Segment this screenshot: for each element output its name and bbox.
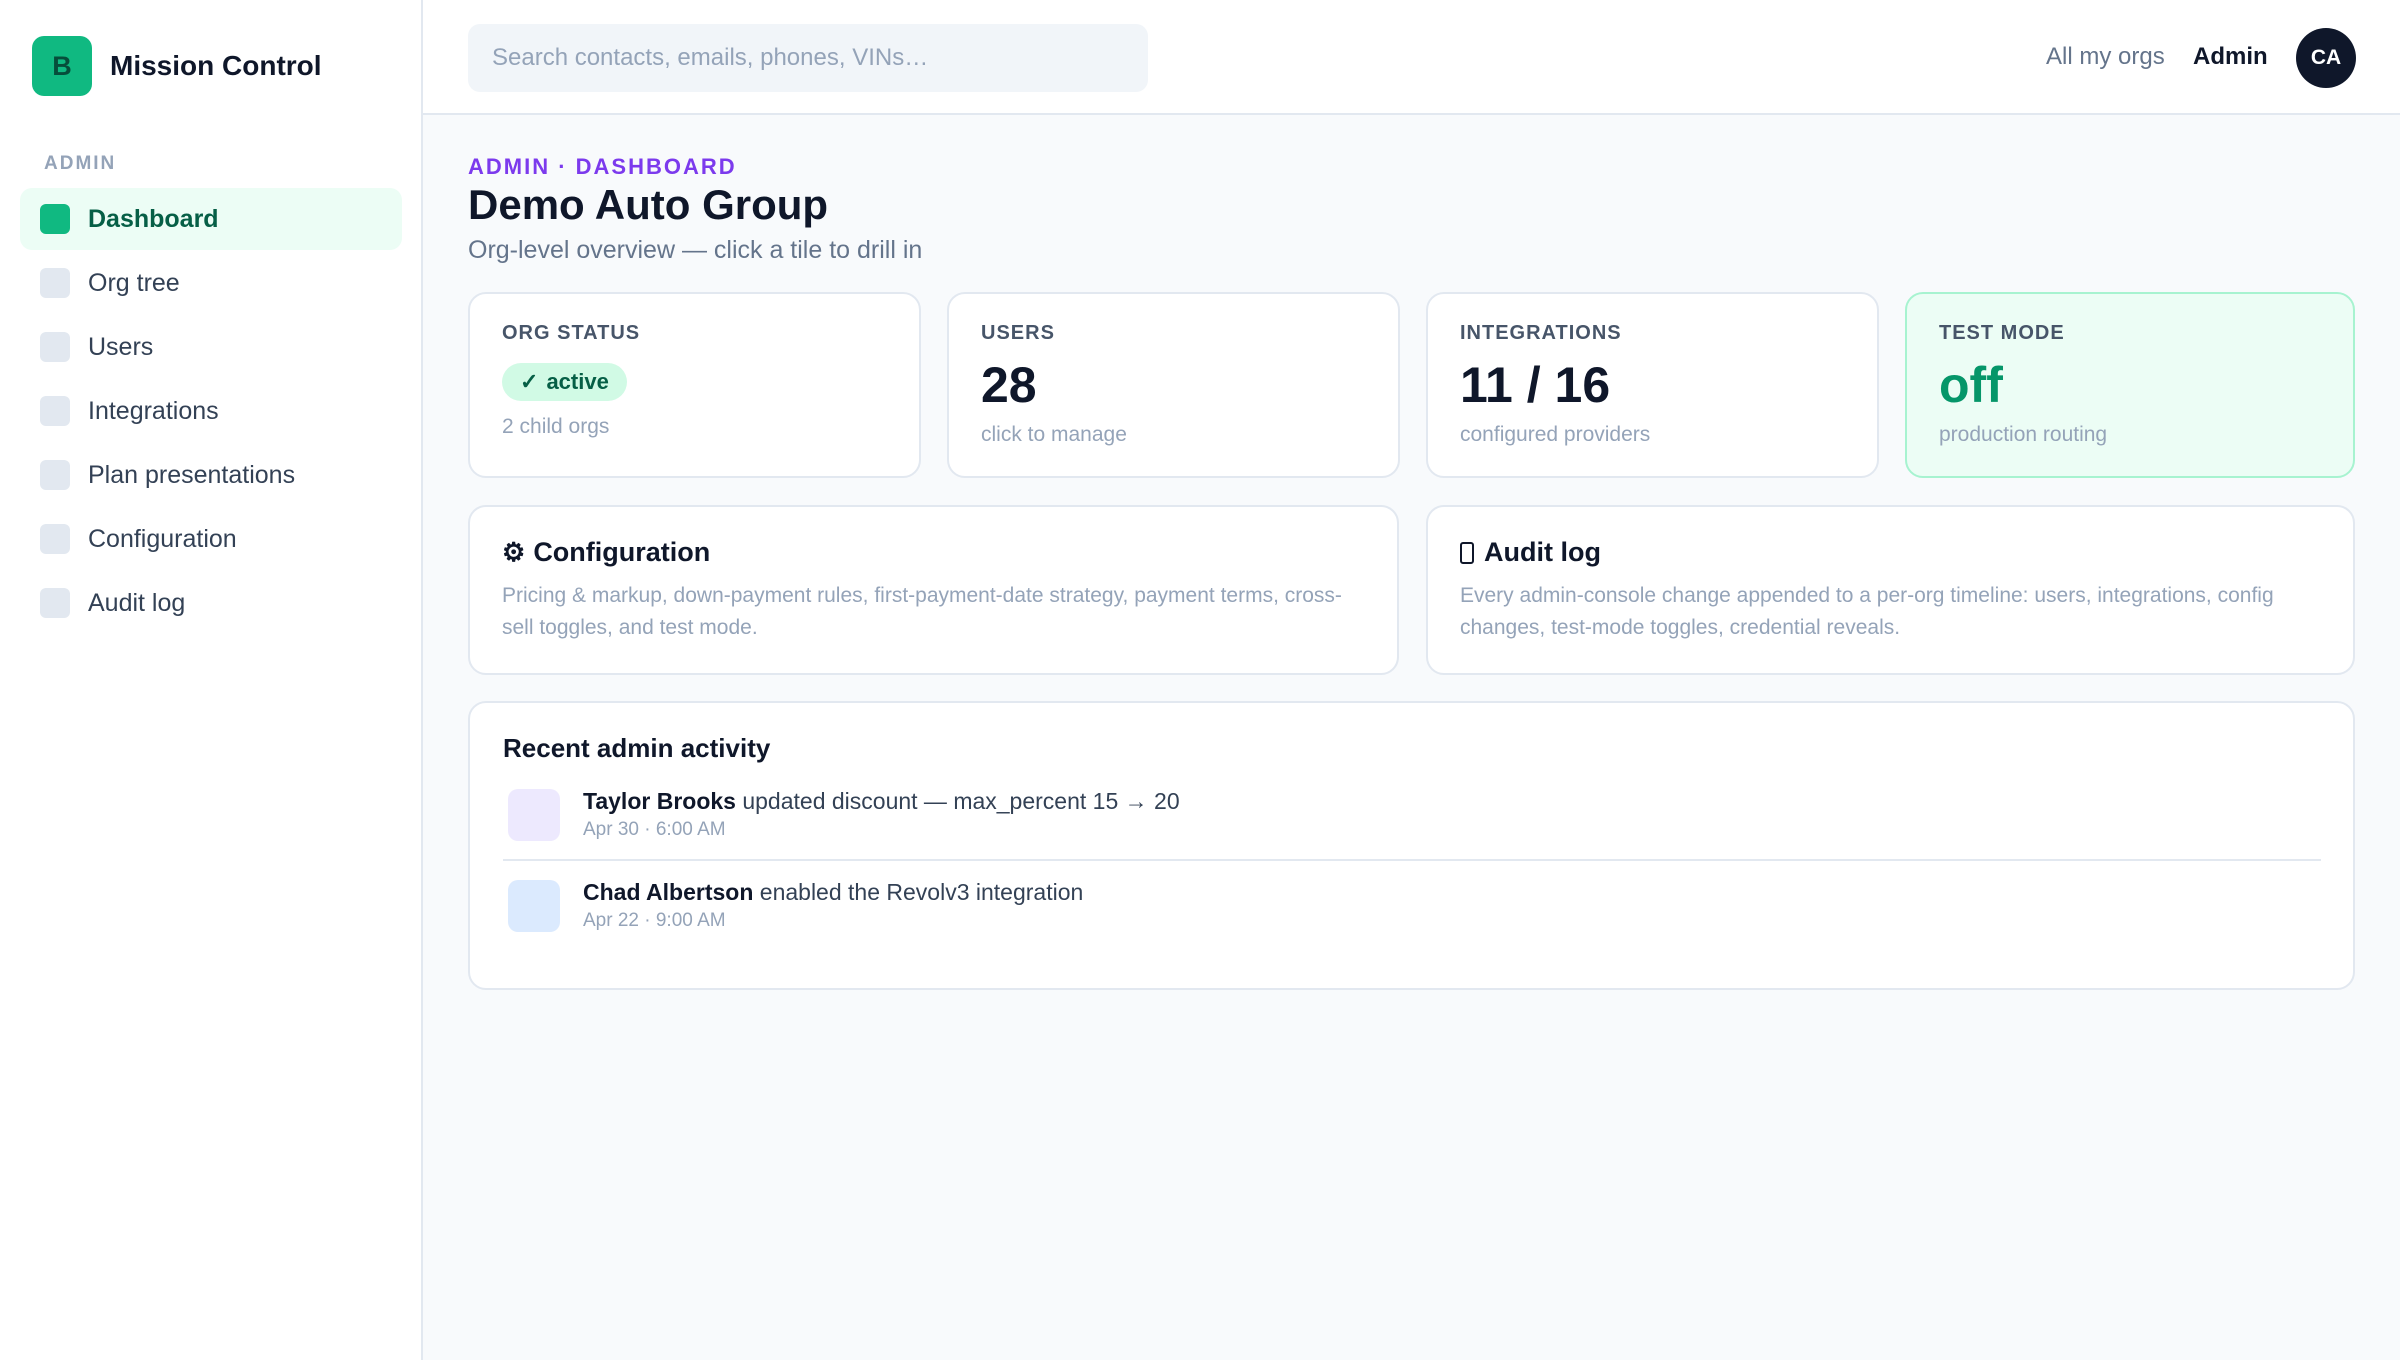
audit-log-card[interactable]: Audit log Every admin-console change app… [1426, 505, 2355, 675]
brand-logo: B [32, 36, 92, 96]
activity-title: Recent admin activity [503, 733, 771, 763]
sidebar-item-label: Plan presentations [88, 460, 296, 489]
card-title-text: Configuration [533, 537, 711, 567]
integrations-tile[interactable]: INTEGRATIONS 11 / 16 configured provider… [1426, 292, 1879, 478]
tile-note: 2 child orgs [502, 415, 610, 438]
search-input[interactable] [468, 24, 1148, 92]
brand[interactable]: B Mission Control [32, 36, 322, 96]
activity-action: updated discount — max_percent 15 → 20 [735, 788, 1180, 814]
sidebar-item-label: Org tree [88, 268, 180, 297]
check-icon: ✓ [520, 369, 539, 394]
status-badge-text: active [546, 369, 609, 394]
activity-time: Apr 30 · 6:00 AM [583, 819, 726, 840]
page-title: Demo Auto Group [468, 181, 829, 228]
activity-time: Apr 22 · 9:00 AM [583, 910, 726, 931]
tile-label: TEST MODE [1939, 322, 2065, 344]
org-tree-icon [40, 268, 70, 298]
users-tile[interactable]: USERS 28 click to manage [947, 292, 1400, 478]
activity-text: Taylor Brooks updated discount — max_per… [583, 788, 1180, 841]
org-status-tile[interactable]: ORG STATUS ✓ active 2 child orgs [468, 292, 921, 478]
all-orgs-link[interactable]: All my orgs [2046, 43, 2165, 71]
tile-note: production routing [1939, 423, 2108, 446]
sidebar-item-dashboard[interactable]: Dashboard [20, 188, 402, 250]
sidebar-item-audit-log[interactable]: Audit log [20, 572, 402, 634]
page-subtitle: Org-level overview — click a tile to dri… [468, 236, 923, 264]
avatar[interactable]: CA [2296, 28, 2356, 88]
sidebar-item-label: Audit log [88, 588, 186, 617]
test-mode-tile[interactable]: TEST MODE off production routing [1905, 292, 2355, 478]
activity-avatar-icon [508, 788, 560, 841]
tile-label: USERS [981, 322, 1055, 344]
sidebar-item-org-tree[interactable]: Org tree [20, 252, 402, 314]
activity-message: Chad Albertson enabled the Revolv3 integ… [583, 879, 1083, 906]
activity-item[interactable]: Chad Albertson enabled the Revolv3 integ… [503, 861, 2321, 932]
users-icon [40, 332, 70, 362]
activity-action: enabled the Revolv3 integration [753, 879, 1084, 905]
card-title-text: Audit log [1484, 537, 1601, 567]
top-header: All my orgs Admin CA [423, 0, 2400, 115]
sidebar-item-users[interactable]: Users [20, 316, 402, 378]
card-title: ⚙ Configuration [502, 537, 1365, 568]
sidebar-section-label: ADMIN [44, 153, 117, 174]
clipboard-icon [1460, 541, 1474, 564]
integrations-icon [40, 396, 70, 426]
activity-avatar-icon [508, 879, 560, 932]
sidebar-item-label: Users [88, 332, 154, 361]
sidebar-item-label: Dashboard [88, 204, 219, 233]
card-title: Audit log [1460, 537, 2321, 568]
audit-log-icon [40, 588, 70, 618]
plan-presentations-icon [40, 460, 70, 490]
configuration-icon [40, 524, 70, 554]
dashboard-icon [40, 204, 70, 234]
tile-note: configured providers [1460, 423, 1651, 446]
tile-value: off [1939, 357, 2003, 413]
sidebar-item-integrations[interactable]: Integrations [20, 380, 402, 442]
recent-activity-panel: Recent admin activity Taylor Brooks upda… [468, 701, 2355, 990]
tile-label: INTEGRATIONS [1460, 322, 1622, 344]
sidebar-nav: Dashboard Org tree Users Integrations Pl… [20, 188, 402, 636]
activity-actor: Taylor Brooks [583, 788, 736, 814]
sidebar-item-plan-presentations[interactable]: Plan presentations [20, 444, 402, 506]
gear-icon: ⚙ [502, 537, 526, 567]
tile-value: 28 [981, 357, 1037, 413]
sidebar: B Mission Control ADMIN Dashboard Org tr… [0, 0, 423, 1360]
activity-message: Taylor Brooks updated discount — max_per… [583, 788, 1180, 815]
brand-name: Mission Control [110, 50, 322, 81]
card-description: Pricing & markup, down-payment rules, fi… [502, 584, 1342, 639]
tile-value: 11 / 16 [1460, 357, 1611, 413]
breadcrumb: ADMIN · DASHBOARD [468, 154, 737, 179]
admin-link[interactable]: Admin [2193, 43, 2268, 71]
activity-item[interactable]: Taylor Brooks updated discount — max_per… [503, 764, 2321, 841]
activity-text: Chad Albertson enabled the Revolv3 integ… [583, 879, 1083, 932]
configuration-card[interactable]: ⚙ Configuration Pricing & markup, down-p… [468, 505, 1399, 675]
sidebar-item-label: Configuration [88, 524, 237, 553]
sidebar-item-configuration[interactable]: Configuration [20, 508, 402, 570]
tile-label: ORG STATUS [502, 322, 641, 344]
card-description: Every admin-console change appended to a… [1460, 584, 2274, 639]
status-badge: ✓ active [502, 363, 627, 401]
activity-actor: Chad Albertson [583, 879, 754, 905]
tile-note: click to manage [981, 423, 1127, 446]
sidebar-item-label: Integrations [88, 396, 219, 425]
